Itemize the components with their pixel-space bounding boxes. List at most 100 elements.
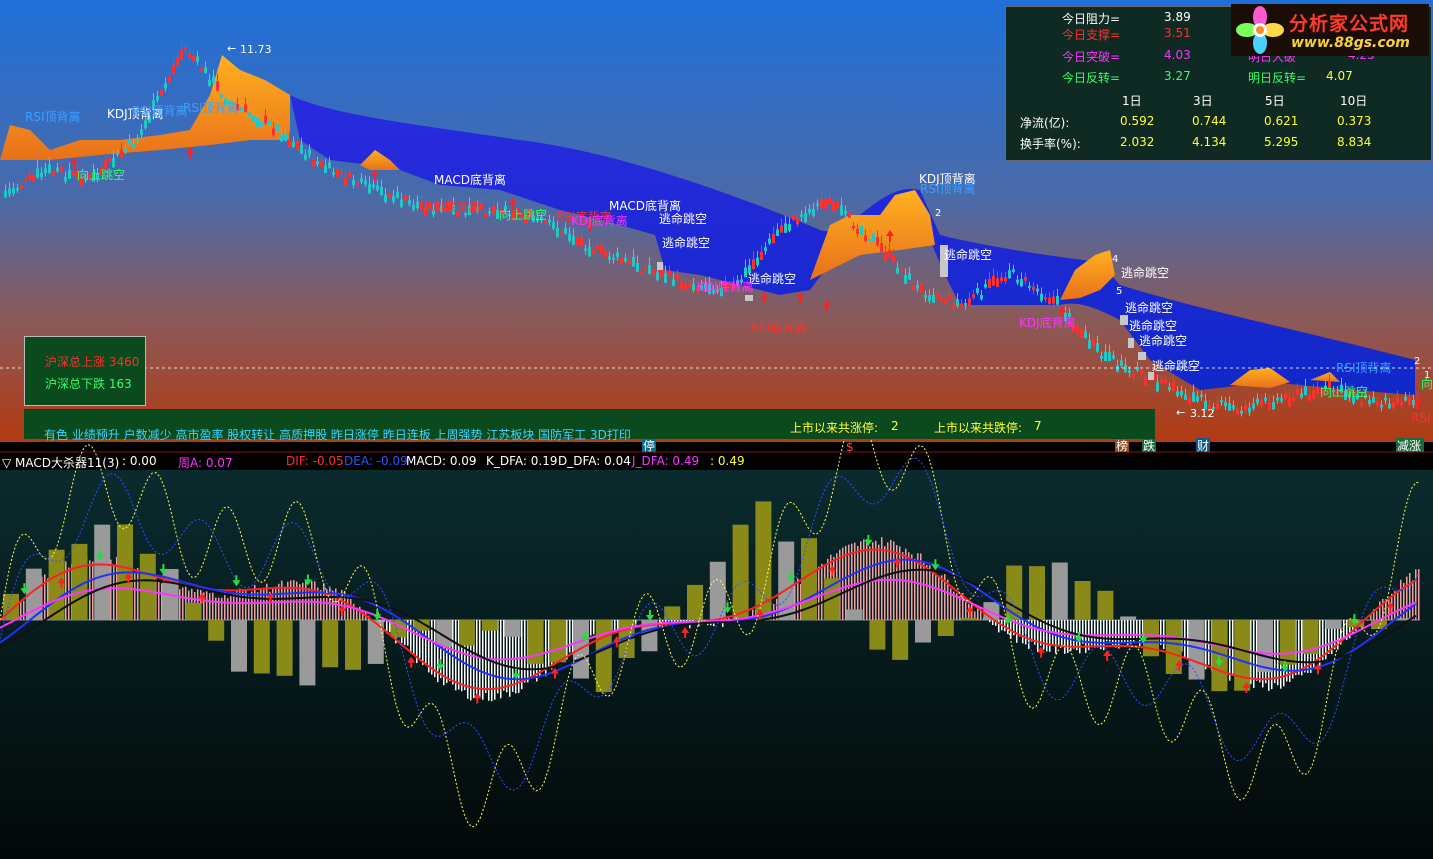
- info-label-reversal: 今日反转=: [1062, 71, 1121, 85]
- candle-body: [1176, 391, 1179, 396]
- candle-body: [980, 295, 983, 300]
- candle-body: [296, 140, 299, 151]
- macd-bar-positive: [932, 571, 934, 620]
- candle-body: [864, 235, 867, 241]
- candle-body: [1360, 402, 1363, 405]
- candle-body: [664, 273, 667, 283]
- signal-bar: [550, 620, 567, 663]
- marker-reduce: 减涨: [1397, 438, 1421, 453]
- candle-body: [1236, 408, 1239, 415]
- candle-body: [172, 64, 175, 75]
- candle-body: [620, 257, 623, 264]
- macd-bar-positive: [938, 575, 940, 620]
- candle-body: [996, 278, 999, 288]
- macd-bar-negative: [1082, 620, 1084, 644]
- candle-body: [252, 115, 255, 122]
- candle-body: [360, 178, 363, 183]
- limit-up-value: 2: [891, 419, 899, 433]
- indicator-name[interactable]: ▽ MACD大杀器11(3): [2, 454, 119, 471]
- macd-bar-negative: [1160, 620, 1162, 645]
- macd-bar-positive: [221, 597, 223, 620]
- limit-down-value: 7: [1034, 419, 1042, 433]
- candle-body: [1032, 286, 1035, 291]
- macd-bar-positive: [899, 546, 901, 620]
- macd-bar-positive: [1376, 610, 1378, 620]
- candle-body: [368, 184, 371, 194]
- candle-body: [680, 280, 683, 289]
- annotation: 向上跳空: [77, 167, 125, 182]
- candle-body: [1368, 399, 1371, 405]
- candle-body: [776, 229, 779, 236]
- candle-body: [1080, 328, 1083, 339]
- candle-body: [904, 275, 907, 284]
- candle-body: [168, 76, 171, 83]
- macd-bar-positive: [212, 592, 214, 620]
- candle-body: [1040, 294, 1043, 301]
- info-label-breakout: 今日突破=: [1062, 50, 1121, 64]
- info-value-tomorrow-reversal: 4.07: [1326, 69, 1353, 83]
- logo-url: www.88gs.com: [1291, 35, 1410, 51]
- candle-body: [840, 205, 843, 216]
- candle-body: [556, 227, 559, 238]
- candle-body: [932, 294, 935, 303]
- candle-body: [272, 128, 275, 136]
- indicator-value: 周A: 0.07: [178, 456, 233, 470]
- candle-body: [176, 58, 179, 66]
- candle-body: [124, 148, 127, 152]
- candle-body: [16, 187, 19, 191]
- market-down-count: 沪深总下跌 163: [45, 377, 132, 391]
- candle-body: [892, 255, 895, 263]
- candle-body: [972, 294, 975, 298]
- annotation: RSI底背离: [751, 320, 807, 335]
- annotation: RSI底背离: [425, 199, 481, 214]
- candle-body: [216, 81, 219, 91]
- macd-bar-positive: [218, 597, 220, 620]
- candle-body: [308, 149, 311, 155]
- candle-body: [1092, 339, 1095, 347]
- candle-body: [988, 279, 991, 288]
- candle-body: [912, 285, 915, 290]
- candle-body: [116, 152, 119, 156]
- candle-body: [200, 68, 203, 72]
- candle-body: [808, 208, 811, 213]
- signal-bar: [322, 620, 339, 668]
- candle-body: [40, 172, 43, 178]
- signal-bar: [276, 620, 293, 676]
- low-label: 3.12: [1190, 407, 1215, 420]
- macd-bar-positive: [854, 542, 856, 620]
- candle-body: [240, 107, 243, 111]
- candle-body: [1260, 399, 1263, 406]
- info-label-support: 今日支撑=: [1062, 28, 1121, 42]
- indicator-value: J_DFA: 0.49: [632, 454, 700, 468]
- candle-body: [1136, 366, 1139, 371]
- macd-bar-positive: [209, 593, 211, 620]
- candle-body: [24, 178, 27, 182]
- candle-body: [752, 259, 755, 270]
- macd-bar-positive: [257, 592, 259, 620]
- candle-body: [136, 138, 139, 142]
- indicator-value: DIF: -0.05: [286, 454, 344, 468]
- candle-body: [792, 215, 795, 220]
- marker-finance: 财: [1197, 439, 1209, 453]
- macd-bar-negative: [593, 620, 595, 635]
- period-header: 10日: [1340, 94, 1368, 108]
- marker-rank: 榜: [1116, 438, 1128, 453]
- candle-body: [1272, 402, 1275, 410]
- signal-bar: [253, 620, 270, 674]
- candle-body: [1192, 392, 1195, 402]
- macd-bar-negative: [548, 620, 550, 669]
- candle-body: [640, 270, 643, 274]
- candle-body: [1004, 277, 1007, 282]
- candle-body: [1200, 394, 1203, 397]
- macd-bar-negative: [1343, 620, 1345, 639]
- macd-bar-negative: [452, 620, 454, 685]
- candle-body: [1264, 397, 1267, 402]
- candle-body: [372, 184, 375, 188]
- macd-bar-positive: [1406, 576, 1408, 620]
- candle-body: [112, 158, 115, 167]
- wave-number: 5: [1116, 286, 1122, 297]
- macd-bar-negative: [989, 620, 991, 623]
- candle-body: [832, 201, 835, 212]
- candle-body: [632, 256, 635, 267]
- candle-body: [1224, 402, 1227, 407]
